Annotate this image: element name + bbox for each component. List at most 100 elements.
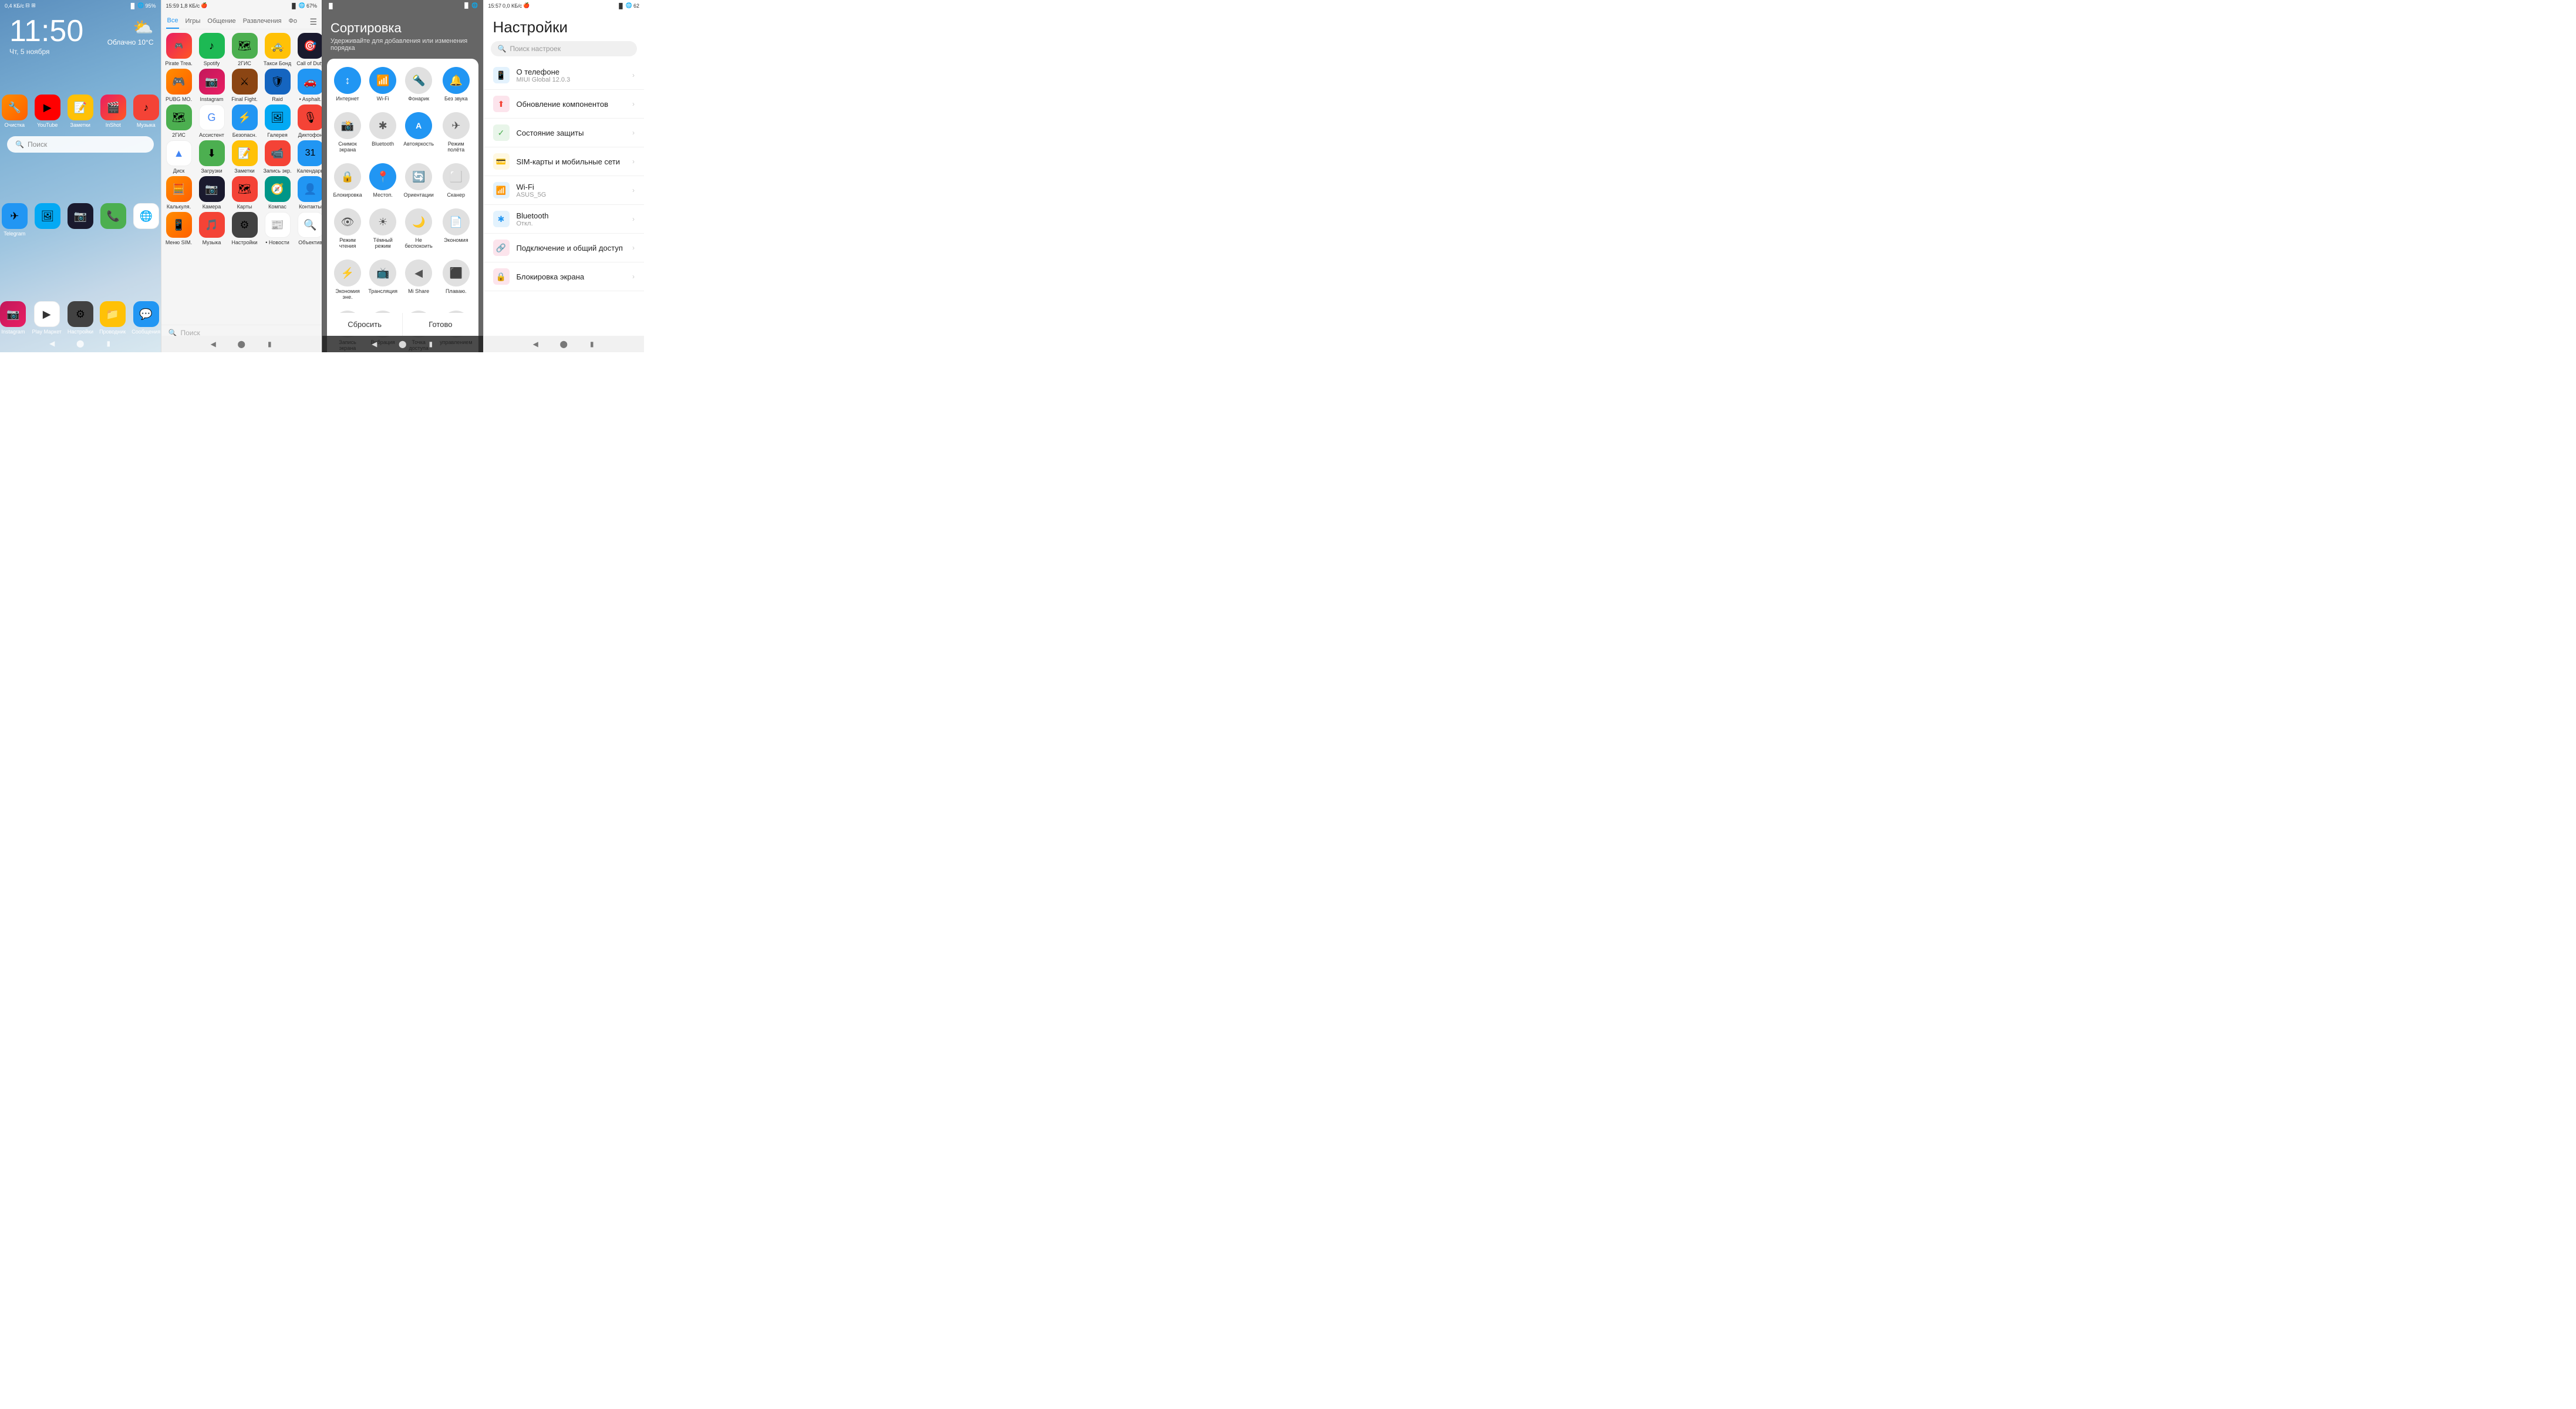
list-item[interactable]: 👤Контакты xyxy=(295,176,322,210)
list-item[interactable]: 📹Запись экр. xyxy=(262,140,293,174)
tile-scan[interactable]: ⬜ Сканер xyxy=(439,160,473,201)
tile-internet[interactable]: ↕ Интернет xyxy=(332,63,363,105)
settings-item-about[interactable]: 📱 О телефоне MIUI Global 12.0.3 › xyxy=(484,61,645,90)
dock-instagram[interactable]: 📷 Instagram xyxy=(0,301,26,335)
app-telegram[interactable]: ✈ Telegram xyxy=(2,203,28,237)
tile-bluetooth[interactable]: ✱ Bluetooth xyxy=(367,109,399,156)
app-chrome[interactable]: 🌐 xyxy=(133,203,159,237)
list-item[interactable]: ♪Spotify xyxy=(197,33,227,66)
tile-wifi[interactable]: 📶 Wi-Fi xyxy=(367,63,399,105)
settings-item-lockscreen[interactable]: 🔒 Блокировка экрана › xyxy=(484,262,645,291)
more-icon[interactable]: ☰ xyxy=(309,17,317,27)
tile-economy[interactable]: 📄 Экономия xyxy=(439,205,473,252)
settings-item-wifi[interactable]: 📶 Wi-Fi ASUS_5G › xyxy=(484,176,645,205)
dock-messages[interactable]: 💬 Сообщения xyxy=(132,301,160,335)
list-item[interactable]: ⚔Final Fight. xyxy=(230,69,260,102)
settings-item-connection[interactable]: 🔗 Подключение и общий доступ › xyxy=(484,234,645,262)
list-item[interactable]: 🧭Компас xyxy=(262,176,293,210)
list-item[interactable]: ⚡Безопасн. xyxy=(230,105,260,138)
list-item[interactable]: 🗺Карты xyxy=(230,176,260,210)
nav-back-p3[interactable]: ◀ xyxy=(369,339,380,349)
tile-flashlight[interactable]: 🔦 Фонарик xyxy=(402,63,435,105)
tab-entertainment[interactable]: Развлечения xyxy=(242,15,283,28)
nav-back[interactable]: ◀ xyxy=(47,338,58,349)
list-item[interactable]: 31Календарь xyxy=(295,140,322,174)
tile-reading[interactable]: 👁 Режим чтения xyxy=(332,205,363,252)
settings-item-bluetooth[interactable]: ✱ Bluetooth Откл. › xyxy=(484,205,645,234)
list-item[interactable]: 📰• Новости xyxy=(262,212,293,245)
app-icon: ⚡ xyxy=(232,105,258,130)
dock-play[interactable]: ▶ Play Маркет xyxy=(32,301,61,335)
app-ochcistka[interactable]: 🔧 Очистка xyxy=(2,95,28,128)
nav-recent-p2[interactable]: ▮ xyxy=(264,339,275,349)
nav-recent-p4[interactable]: ▮ xyxy=(586,339,597,349)
list-item[interactable]: 🗺2ГИС xyxy=(164,105,194,138)
nav-recent[interactable]: ▮ xyxy=(103,338,114,349)
tile-dnd[interactable]: 🌙 Не беспокоить xyxy=(402,205,435,252)
app-phone[interactable]: 📞 xyxy=(100,203,126,237)
tile-cast[interactable]: 📺 Трансляция xyxy=(367,256,399,304)
list-item[interactable]: 🎮PUBG MO. xyxy=(164,69,194,102)
nav-recent-p3[interactable]: ▮ xyxy=(426,339,436,349)
list-item[interactable]: 🗺2ГИС xyxy=(230,33,260,66)
app-icon-chrome: 🌐 xyxy=(133,203,159,229)
list-item[interactable]: ▲Диск xyxy=(164,140,194,174)
app-music[interactable]: ♪ Музыка xyxy=(133,95,159,128)
app-gallery[interactable]: 🖼 xyxy=(35,203,60,237)
sort-grid: ↕ Интернет 📶 Wi-Fi 🔦 Фонарик 🔔 Без звука… xyxy=(332,63,474,352)
list-item[interactable]: 🎙Диктофон xyxy=(295,105,322,138)
search-bar[interactable]: 🔍 Поиск xyxy=(7,136,154,153)
list-item[interactable]: 🎵Музыка xyxy=(197,212,227,245)
list-item[interactable]: 🛡Raid xyxy=(262,69,293,102)
nav-back-p4[interactable]: ◀ xyxy=(530,339,541,349)
reset-button[interactable]: Сбросить xyxy=(327,313,403,336)
app-inshot[interactable]: 🎬 InShot xyxy=(100,95,126,128)
chevron-right-icon-7: › xyxy=(632,244,635,252)
tile-airplane[interactable]: ✈ Режим полёта xyxy=(439,109,473,156)
list-item[interactable]: ⚙Настройки xyxy=(230,212,260,245)
status-bar-p3: ▐▌ ▐▌ 🌐 xyxy=(322,0,483,11)
tile-power[interactable]: ⚡ Экономия эне. xyxy=(332,256,363,304)
list-item[interactable]: 📝Заметки xyxy=(230,140,260,174)
tab-social[interactable]: Общение xyxy=(206,15,237,28)
list-item[interactable]: 🚕Такси Бонд xyxy=(262,33,293,66)
nav-home-p3[interactable]: ⬤ xyxy=(397,339,408,349)
nav-home-p4[interactable]: ⬤ xyxy=(558,339,569,349)
tile-brightness[interactable]: A Автояркость xyxy=(402,109,435,156)
list-item[interactable]: ⬇Загрузки xyxy=(197,140,227,174)
tile-lock[interactable]: 🔒 Блокировка xyxy=(332,160,363,201)
list-item[interactable]: 📷Instagram xyxy=(197,69,227,102)
list-item[interactable]: 🧮Калькуля. xyxy=(164,176,194,210)
dock-settings[interactable]: ⚙ Настройки xyxy=(68,301,93,335)
settings-item-update[interactable]: ⬆ Обновление компонентов › xyxy=(484,90,645,119)
list-item[interactable]: 🖼Галерея xyxy=(262,105,293,138)
tile-mishare[interactable]: ◀ Mi Share xyxy=(402,256,435,304)
list-item[interactable]: 🎮Pirate Trea. xyxy=(164,33,194,66)
tile-silent[interactable]: 🔔 Без звука xyxy=(439,63,473,105)
list-item[interactable]: 🎯Call of Duty xyxy=(295,33,322,66)
list-item[interactable]: 🚗• Asphalt. xyxy=(295,69,322,102)
nav-home-p2[interactable]: ⬤ xyxy=(236,339,247,349)
app-camera[interactable]: 📷 xyxy=(68,203,93,237)
nav-home[interactable]: ⬤ xyxy=(75,338,86,349)
done-button[interactable]: Готово xyxy=(403,313,478,336)
dock-explorer[interactable]: 📁 Проводник xyxy=(99,301,126,335)
tile-dark[interactable]: ☀ Тёмный режим xyxy=(367,205,399,252)
list-item[interactable]: 📱Меню SIM. xyxy=(164,212,194,245)
list-item[interactable]: 🔍Объектив xyxy=(295,212,322,245)
nav-back-p2[interactable]: ◀ xyxy=(208,339,218,349)
tab-other[interactable]: Фо xyxy=(287,15,298,28)
tab-all[interactable]: Все xyxy=(166,15,180,29)
app-notes[interactable]: 📝 Заметки xyxy=(68,95,93,128)
tile-rotate[interactable]: 🔄 Ориентации xyxy=(402,160,435,201)
tab-games[interactable]: Игры xyxy=(184,15,201,28)
tile-float[interactable]: ⬛ Плаваю. xyxy=(439,256,473,304)
list-item[interactable]: 📷Камера xyxy=(197,176,227,210)
settings-item-security[interactable]: ✓ Состояние защиты › xyxy=(484,119,645,147)
list-item[interactable]: GАссистент xyxy=(197,105,227,138)
settings-item-sim[interactable]: 💳 SIM-карты и мобильные сети › xyxy=(484,147,645,176)
settings-search[interactable]: 🔍 Поиск настроек xyxy=(491,41,638,56)
tile-screenshot[interactable]: 📸 Снимок экрана xyxy=(332,109,363,156)
tile-location[interactable]: 📍 Местоп. xyxy=(367,160,399,201)
app-youtube[interactable]: ▶ YouTube xyxy=(35,95,60,128)
